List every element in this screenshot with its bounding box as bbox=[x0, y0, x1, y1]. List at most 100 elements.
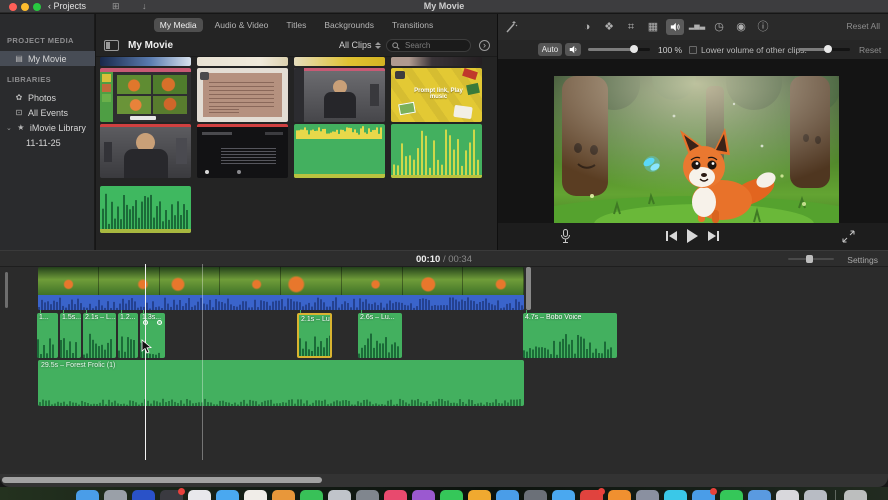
search-field[interactable] bbox=[386, 39, 471, 52]
clip-webcam-wide[interactable] bbox=[294, 68, 385, 122]
dock-icon-22[interactable] bbox=[664, 490, 687, 500]
tab-audio-video[interactable]: Audio & Video bbox=[209, 18, 275, 32]
dock-icon-2[interactable] bbox=[104, 490, 127, 500]
all-clips-filter[interactable]: All Clips bbox=[339, 40, 381, 50]
audio-clip-1-2[interactable]: 1.2... bbox=[118, 313, 138, 358]
noise-reduction-icon[interactable]: ▂▅▃ bbox=[688, 19, 706, 35]
color-correction-icon[interactable]: ❖ bbox=[600, 19, 618, 35]
sidebar-item-photos[interactable]: ✿ Photos bbox=[0, 90, 95, 105]
reset-button[interactable]: Reset bbox=[859, 45, 881, 55]
clip-yellow-card[interactable]: Prompt link, Play music bbox=[391, 68, 482, 122]
tab-titles[interactable]: Titles bbox=[280, 18, 312, 32]
dock-icon-15[interactable] bbox=[468, 490, 491, 500]
clip-filter-icon[interactable]: ◉ bbox=[732, 19, 750, 35]
filmstrip-frame bbox=[220, 267, 281, 295]
previous-frame-button[interactable] bbox=[666, 231, 677, 241]
dock-icon-19[interactable] bbox=[580, 488, 605, 500]
clip-fox-grid[interactable] bbox=[100, 68, 191, 122]
dock-icon-27[interactable] bbox=[804, 490, 827, 500]
timeline-settings-button[interactable]: Settings bbox=[847, 255, 878, 265]
sidebar-item-imovie-library[interactable]: ⌄ ★ iMovie Library bbox=[0, 120, 95, 135]
dock-icon-23[interactable] bbox=[692, 488, 717, 500]
fullscreen-icon[interactable] bbox=[842, 230, 855, 243]
audio-clip-2-1s-l[interactable]: 2.1s – L... bbox=[83, 313, 116, 358]
dock-icon-8[interactable] bbox=[272, 490, 295, 500]
browser-header: My Movie All Clips › bbox=[96, 35, 497, 57]
audio-clip-1-5s[interactable]: 1.5s... bbox=[60, 313, 81, 358]
clip-document[interactable] bbox=[197, 68, 288, 122]
dock-icon-4[interactable] bbox=[160, 488, 185, 500]
auto-volume-button[interactable]: Auto bbox=[538, 43, 562, 56]
audio-clip-2-6s-lu[interactable]: 2.6s – Lu... bbox=[358, 313, 402, 358]
clip-audio-spikes[interactable] bbox=[391, 124, 482, 178]
dock-icon-11[interactable] bbox=[356, 490, 379, 500]
clip-webcam-close[interactable] bbox=[100, 124, 191, 178]
dock-icon-24[interactable] bbox=[720, 490, 743, 500]
audio-clip-4-7s-bobo-voice[interactable]: 4.7s – Bobo Voice bbox=[523, 313, 617, 358]
clip-sliver-yellow[interactable] bbox=[294, 57, 385, 66]
speed-icon[interactable]: ◷ bbox=[710, 19, 728, 35]
ducking-slider[interactable] bbox=[798, 45, 850, 53]
dock-icon-14[interactable] bbox=[440, 490, 463, 500]
hide-browser-icon[interactable]: › bbox=[479, 40, 490, 51]
playback-controls bbox=[498, 223, 888, 250]
dock-icon-26[interactable] bbox=[776, 490, 799, 500]
dock-icon-25[interactable] bbox=[748, 490, 771, 500]
timeline-vertical-scrollbar[interactable] bbox=[5, 272, 8, 308]
music-clip-forest-frolic[interactable]: 29.5s – Forest Frolic (1) bbox=[38, 360, 524, 406]
clip-audio-green[interactable] bbox=[100, 186, 191, 233]
clip-audio-yellow[interactable] bbox=[294, 124, 385, 178]
tab-backgrounds[interactable]: Backgrounds bbox=[318, 18, 380, 32]
search-input[interactable] bbox=[403, 40, 465, 51]
record-voiceover-mic-icon[interactable] bbox=[560, 229, 571, 244]
dock-icon-12[interactable] bbox=[384, 490, 407, 500]
dock-icon-13[interactable] bbox=[412, 490, 435, 500]
dock-icon-10[interactable] bbox=[328, 490, 351, 500]
dock-icon-1[interactable] bbox=[76, 490, 99, 500]
clip-terminal[interactable] bbox=[197, 124, 288, 178]
playhead[interactable] bbox=[145, 264, 146, 460]
sidebar-item-11-11-25[interactable]: 11-11-25 bbox=[0, 135, 95, 150]
dock-icon-17[interactable] bbox=[524, 490, 547, 500]
volume-slider[interactable] bbox=[588, 45, 650, 53]
enhance-wand-icon[interactable] bbox=[504, 19, 518, 35]
lower-volume-checkbox[interactable] bbox=[689, 46, 697, 54]
fade-handle[interactable] bbox=[157, 320, 162, 325]
timeline-horizontal-scrollbar[interactable] bbox=[0, 474, 888, 487]
dock-icon-18[interactable] bbox=[552, 490, 575, 500]
dock-icon-6[interactable] bbox=[216, 490, 239, 500]
sidebar-item-all-events[interactable]: ⊡ All Events bbox=[0, 105, 95, 120]
dock-icon-21[interactable] bbox=[636, 490, 659, 500]
speaker-icon bbox=[569, 45, 576, 54]
mute-button[interactable] bbox=[565, 43, 581, 56]
dock-icon-7[interactable] bbox=[244, 490, 267, 500]
audio-clip-1[interactable]: 1... bbox=[37, 313, 58, 358]
info-icon[interactable]: ⓘ bbox=[754, 19, 772, 35]
crop-icon[interactable]: ⌗ bbox=[622, 19, 640, 35]
sidebar-toggle-icon[interactable] bbox=[104, 40, 119, 51]
scrollbar-thumb[interactable] bbox=[2, 477, 322, 483]
clip-sliver-dark[interactable] bbox=[391, 57, 482, 66]
tab-my-media[interactable]: My Media bbox=[153, 17, 203, 32]
video-clip-audio-waveform[interactable] bbox=[38, 295, 524, 310]
sidebar-item-my-movie[interactable]: ▤ My Movie bbox=[0, 51, 95, 66]
tab-transitions[interactable]: Transitions bbox=[386, 18, 439, 32]
clip-sliver-blue[interactable] bbox=[100, 57, 191, 66]
reset-all-button[interactable]: Reset All bbox=[846, 21, 880, 31]
audio-clip-2-1s-lu[interactable]: 2.1s – Lu... bbox=[297, 313, 332, 358]
dock-icon-5[interactable] bbox=[188, 490, 211, 500]
dock-icon-3[interactable] bbox=[132, 490, 155, 500]
volume-icon[interactable] bbox=[666, 19, 684, 35]
dock-icon-trash[interactable] bbox=[844, 490, 867, 500]
next-frame-button[interactable] bbox=[708, 231, 719, 241]
color-balance-icon[interactable]: ◑ bbox=[578, 19, 596, 35]
dock-icon-9[interactable] bbox=[300, 490, 323, 500]
stabilization-icon[interactable]: ▦ bbox=[644, 19, 662, 35]
timeline-zoom-slider[interactable] bbox=[788, 255, 834, 263]
video-clip-filmstrip[interactable] bbox=[38, 267, 524, 295]
play-button[interactable] bbox=[687, 229, 698, 243]
clip-trim-handle[interactable] bbox=[526, 267, 531, 310]
clip-sliver-cream[interactable] bbox=[197, 57, 288, 66]
dock-icon-20[interactable] bbox=[608, 490, 631, 500]
dock-icon-16[interactable] bbox=[496, 490, 519, 500]
